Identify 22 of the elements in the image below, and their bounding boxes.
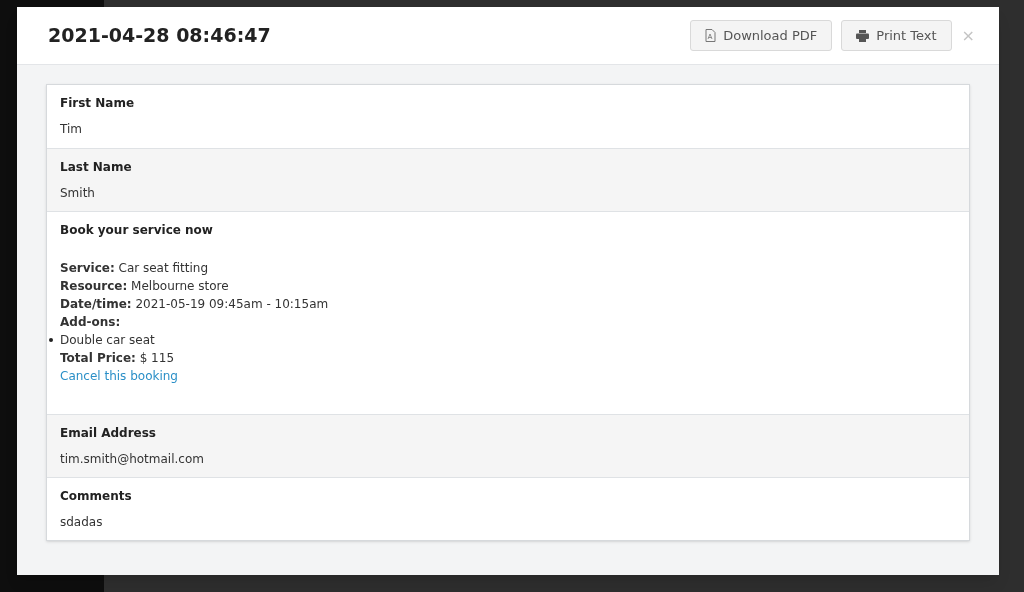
field-value: Smith	[60, 185, 96, 201]
booking-detail: Date/time: 2021-05-19 09:45am - 10:15am	[60, 296, 329, 313]
field-value: tim.smith@hotmail.com	[60, 451, 205, 467]
add-on-item: Double car seat	[60, 332, 155, 349]
print-button[interactable]: Print Text	[841, 20, 952, 51]
booking-detail: Service: Car seat fitting	[60, 260, 208, 277]
field-label: Email Address	[60, 425, 157, 441]
field-label: Book your service now	[60, 222, 214, 238]
field-value: sdadas	[60, 514, 104, 530]
booking-detail: Add-ons:	[60, 314, 121, 331]
booking-detail: Total Price: $ 115	[60, 350, 174, 367]
pdf-file-icon	[705, 29, 717, 42]
field-value: Tim	[60, 121, 83, 137]
bullet-icon	[49, 338, 53, 342]
field-label: Last Name	[60, 159, 133, 175]
field-label: First Name	[60, 95, 136, 111]
modal-title: 2021-04-28 08:46:47	[48, 23, 272, 49]
booking-detail: Resource: Melbourne store	[60, 278, 229, 295]
download-pdf-button[interactable]: Download PDF	[690, 20, 833, 51]
cancel-booking-link[interactable]: Cancel this booking	[60, 367, 178, 385]
printer-icon	[856, 29, 870, 42]
field-label: Comments	[60, 488, 133, 504]
